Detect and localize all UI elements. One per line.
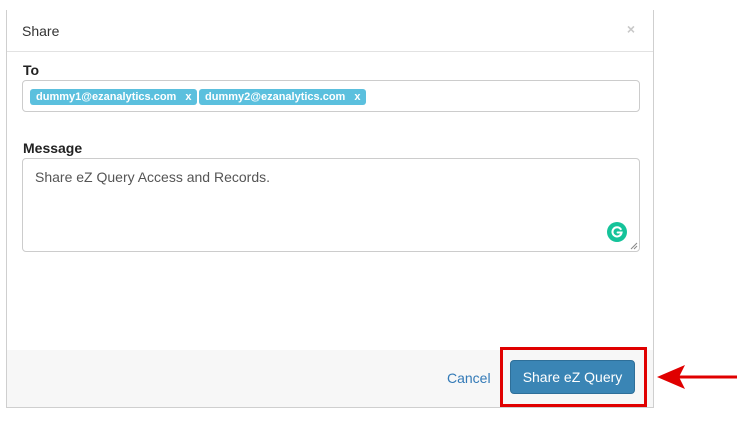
message-text: Share eZ Query Access and Records. [35, 169, 270, 185]
tag-remove-icon[interactable]: x [185, 91, 191, 103]
dialog-title: Share [22, 23, 60, 39]
to-label: To [23, 62, 40, 78]
recipient-tag-email: dummy1@ezanalytics.com [36, 91, 177, 103]
grammarly-icon[interactable] [607, 222, 627, 242]
close-icon[interactable]: × [627, 21, 635, 37]
tag-remove-icon[interactable]: x [354, 91, 360, 103]
recipient-tag-email: dummy2@ezanalytics.com [205, 91, 346, 103]
message-textarea[interactable]: Share eZ Query Access and Records. [22, 158, 640, 252]
highlight-box [500, 347, 647, 407]
to-recipients-input[interactable]: dummy1@ezanalytics.com x dummy2@ezanalyti… [22, 80, 640, 112]
recipient-tag: dummy2@ezanalytics.com x [199, 89, 367, 105]
cancel-button[interactable]: Cancel [447, 370, 491, 386]
dialog-header: Share × [7, 10, 653, 52]
recipient-tag: dummy1@ezanalytics.com x [30, 89, 198, 105]
message-label: Message [23, 140, 83, 156]
arrow-left-icon [657, 365, 737, 389]
resize-handle-icon[interactable] [630, 242, 638, 250]
